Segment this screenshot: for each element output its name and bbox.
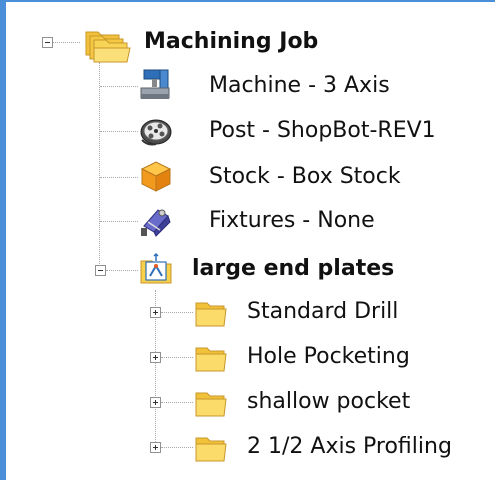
part-setup-icon: [138, 252, 174, 286]
folder-icon: [192, 341, 228, 375]
operation-standard-drill[interactable]: Standard Drill: [247, 297, 398, 327]
tree-connector: [161, 312, 193, 313]
stock-box-icon: [138, 159, 174, 193]
machine-icon: [138, 68, 174, 102]
fixtures-node[interactable]: Fixtures - None: [209, 206, 375, 236]
machining-job-label[interactable]: Machining Job: [144, 27, 318, 57]
fixtures-clamp-icon: [138, 204, 174, 238]
stock-node[interactable]: Stock - Box Stock: [209, 162, 401, 192]
tree-connector: [100, 177, 138, 178]
expand-shallow-pocket-toggle[interactable]: [150, 397, 161, 408]
expand-hole-pocketing-toggle[interactable]: [150, 352, 161, 363]
post-reel-icon: [138, 114, 174, 148]
machine-node[interactable]: Machine - 3 Axis: [209, 71, 390, 101]
folder-icon: [192, 386, 228, 420]
operation-hole-pocketing[interactable]: Hole Pocketing: [247, 342, 410, 372]
tree-connector: [106, 270, 138, 271]
operation-shallow-pocket[interactable]: shallow pocket: [247, 387, 410, 417]
operation-axis-profiling[interactable]: 2 1/2 Axis Profiling: [247, 432, 452, 462]
collapse-large-end-plates-toggle[interactable]: [95, 265, 106, 276]
tree-connector: [100, 131, 138, 132]
expand-axis-profiling-toggle[interactable]: [150, 442, 161, 453]
tree-connector: [100, 221, 138, 222]
machining-job-tree: Machining Job Machine - 3 Axis Post - Sh…: [0, 0, 495, 480]
collapse-machining-job-toggle[interactable]: [42, 37, 53, 48]
tree-connector: [100, 86, 138, 87]
folder-stack-icon: [80, 24, 132, 64]
tree-connector: [161, 402, 193, 403]
post-node[interactable]: Post - ShopBot-REV1: [209, 116, 436, 146]
tree-connector: [161, 357, 193, 358]
folder-icon: [192, 296, 228, 330]
tree-connector: [161, 447, 193, 448]
expand-standard-drill-toggle[interactable]: [150, 307, 161, 318]
large-end-plates-label[interactable]: large end plates: [192, 254, 394, 284]
folder-icon: [192, 431, 228, 465]
tree-connector: [99, 62, 100, 270]
tree-connector: [50, 42, 80, 43]
